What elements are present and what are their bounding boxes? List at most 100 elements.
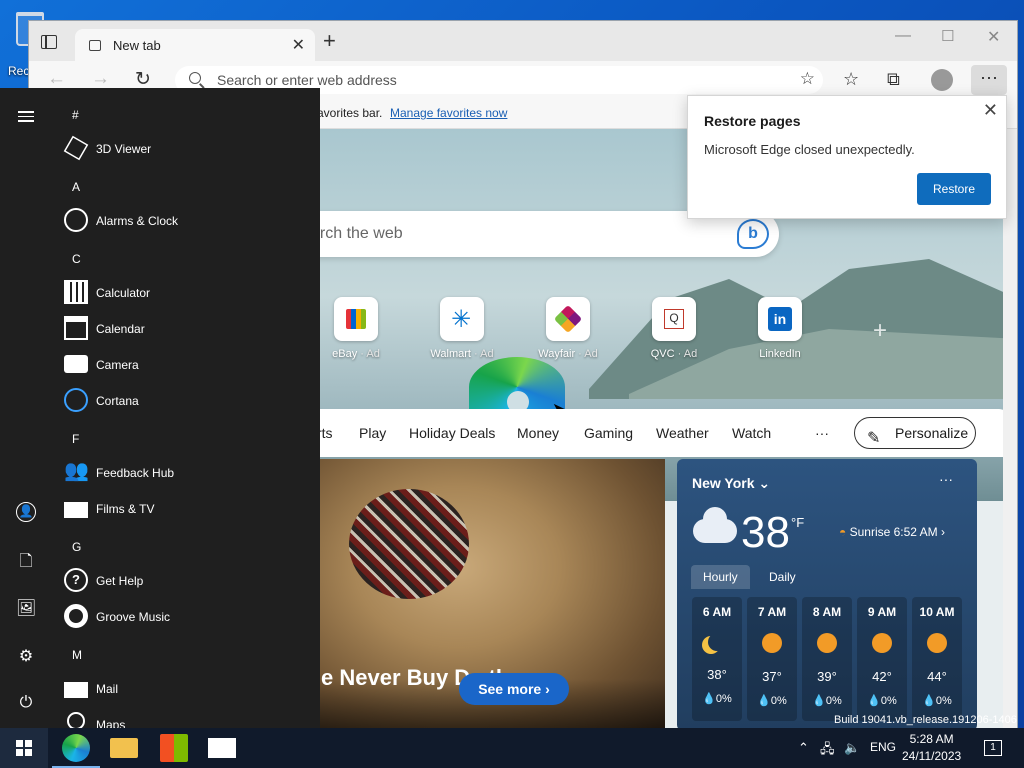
sunrise-icon: ◓ bbox=[839, 525, 847, 539]
article-image bbox=[349, 489, 469, 599]
collections-icon[interactable]: ⧉ bbox=[887, 69, 900, 90]
feed-tab-holiday-deals[interactable]: Holiday Deals bbox=[409, 425, 495, 441]
see-more-button[interactable]: See more › bbox=[459, 673, 569, 705]
close-tab-icon[interactable]: ✕ bbox=[292, 35, 305, 55]
network-icon[interactable]: 🖧 bbox=[820, 740, 835, 762]
address-placeholder: Search or enter web address bbox=[217, 72, 397, 88]
top-site-wayfair[interactable]: Wayfair · Ad bbox=[533, 297, 603, 360]
personalize-icon: ✎ bbox=[867, 430, 881, 447]
recycle-bin-label: Rec bbox=[8, 64, 30, 78]
feed-tab-play[interactable]: Play bbox=[359, 425, 386, 441]
top-site-qvc[interactable]: Q QVC · Ad bbox=[639, 297, 709, 360]
ad-badge: · Ad bbox=[474, 348, 494, 360]
see-more-label: See more bbox=[478, 681, 542, 697]
forecast-precip: 💧0% bbox=[757, 695, 787, 707]
weather-more-icon[interactable]: ··· bbox=[939, 471, 953, 487]
pictures-icon[interactable]: 🖼 bbox=[16, 598, 36, 618]
cloud-icon bbox=[693, 507, 737, 543]
get-help-icon: ? bbox=[64, 568, 88, 592]
top-site-name: Wayfair bbox=[538, 348, 576, 360]
back-icon[interactable]: ← bbox=[47, 68, 66, 90]
top-site-walmart[interactable]: ✳ Walmart · Ad bbox=[427, 297, 497, 360]
section-letter[interactable]: # bbox=[72, 108, 79, 122]
forecast-time: 8 AM bbox=[812, 605, 842, 619]
camera-icon bbox=[64, 355, 88, 373]
app-mail[interactable]: Mail bbox=[62, 672, 312, 708]
ad-badge: · Ad bbox=[578, 348, 598, 360]
feed-more-button[interactable]: ··· bbox=[815, 425, 829, 441]
section-letter[interactable]: M bbox=[72, 648, 82, 662]
clock-time: 5:28 AM bbox=[909, 732, 954, 746]
app-maps[interactable]: Maps bbox=[62, 708, 312, 728]
app-calendar[interactable]: Calendar bbox=[62, 312, 312, 348]
close-popup-icon[interactable]: ✕ bbox=[983, 100, 998, 121]
app-camera[interactable]: Camera bbox=[62, 348, 312, 384]
ebay-icon bbox=[334, 297, 378, 341]
app-calculator[interactable]: Calculator bbox=[62, 276, 312, 312]
app-get-help[interactable]: ? Get Help bbox=[62, 564, 312, 600]
app-films-tv[interactable]: Films & TV bbox=[62, 492, 312, 528]
user-account-icon[interactable]: 👤 bbox=[16, 502, 36, 522]
weather-card[interactable]: New York ⌄ ··· 38 °F ◓ Sunrise 6:52 AM ›… bbox=[677, 459, 977, 729]
section-letter[interactable]: G bbox=[72, 540, 81, 554]
volume-muted-icon[interactable]: 🔈 bbox=[844, 740, 860, 756]
app-label: Maps bbox=[96, 718, 126, 728]
section-letter[interactable]: F bbox=[72, 432, 79, 446]
app-feedback-hub[interactable]: 👥 Feedback Hub bbox=[62, 456, 312, 492]
power-icon[interactable]: ⏻ bbox=[16, 694, 36, 714]
store-icon[interactable] bbox=[160, 734, 188, 762]
app-3d-viewer[interactable]: 3D Viewer bbox=[62, 132, 312, 168]
file-explorer-icon[interactable] bbox=[110, 738, 138, 758]
page-scrollbar[interactable] bbox=[1003, 129, 1017, 729]
add-favorite-icon[interactable]: ☆ bbox=[800, 69, 815, 89]
settings-gear-icon[interactable]: ⚙ bbox=[16, 646, 36, 666]
bing-chat-icon[interactable]: b bbox=[737, 219, 769, 249]
top-site-ebay[interactable]: eBay · Ad bbox=[321, 297, 391, 360]
settings-more-button[interactable]: ··· bbox=[971, 65, 1007, 95]
app-label: Calculator bbox=[96, 286, 151, 300]
start-button[interactable] bbox=[0, 728, 48, 768]
clock[interactable]: 5:28 AM 24/11/2023 bbox=[902, 731, 961, 765]
tab-daily[interactable]: Daily bbox=[757, 565, 808, 589]
close-window-icon[interactable]: ✕ bbox=[987, 27, 1000, 47]
add-site-icon[interactable]: + bbox=[873, 317, 887, 345]
language-indicator[interactable]: ENG bbox=[870, 740, 896, 754]
feed-tab-gaming[interactable]: Gaming bbox=[584, 425, 633, 441]
feed-tab-money[interactable]: Money bbox=[517, 425, 559, 441]
sun-icon bbox=[817, 633, 837, 653]
feed-tab-weather[interactable]: Weather bbox=[656, 425, 709, 441]
personalize-button[interactable]: ✎ Personalize bbox=[854, 417, 976, 449]
groove-music-icon bbox=[64, 604, 88, 628]
tab-new-tab[interactable]: New tab ✕ bbox=[75, 29, 315, 61]
app-alarms-clock[interactable]: Alarms & Clock bbox=[62, 204, 312, 240]
section-letter[interactable]: A bbox=[72, 180, 80, 194]
app-cortana[interactable]: Cortana bbox=[62, 384, 312, 420]
favorites-icon[interactable]: ☆ bbox=[843, 69, 859, 90]
maximize-icon[interactable]: ☐ bbox=[941, 27, 954, 45]
new-tab-button[interactable]: + bbox=[323, 30, 336, 52]
minimize-icon[interactable]: — bbox=[895, 27, 911, 45]
weather-city[interactable]: New York ⌄ bbox=[692, 475, 770, 492]
tab-actions-icon[interactable] bbox=[41, 35, 57, 49]
restore-button[interactable]: Restore bbox=[917, 173, 991, 205]
feed-tab-watch[interactable]: Watch bbox=[732, 425, 771, 441]
sunrise-info[interactable]: ◓ Sunrise 6:52 AM › bbox=[839, 525, 945, 539]
edge-taskbar-icon[interactable] bbox=[52, 734, 100, 768]
app-label: Feedback Hub bbox=[96, 466, 175, 480]
hamburger-menu-icon[interactable] bbox=[16, 108, 36, 128]
profile-avatar[interactable] bbox=[931, 69, 953, 91]
show-hidden-icons[interactable]: ⌃ bbox=[798, 740, 809, 756]
tab-hourly[interactable]: Hourly bbox=[691, 565, 750, 589]
mail-icon bbox=[64, 682, 88, 698]
forward-icon[interactable]: → bbox=[91, 68, 110, 90]
manage-favorites-link[interactable]: Manage favorites now bbox=[390, 106, 507, 120]
current-temp: 38 bbox=[741, 508, 790, 557]
feedback-hub-icon: 👥 bbox=[64, 460, 89, 482]
app-groove-music[interactable]: Groove Music bbox=[62, 600, 312, 636]
notification-center-icon[interactable]: 1 bbox=[984, 740, 1002, 756]
documents-icon[interactable]: 🗋 bbox=[16, 550, 36, 570]
section-letter[interactable]: C bbox=[72, 252, 81, 266]
top-site-linkedin[interactable]: in LinkedIn bbox=[745, 297, 815, 360]
personalize-label: Personalize bbox=[895, 425, 969, 441]
mail-taskbar-icon[interactable] bbox=[208, 738, 236, 758]
